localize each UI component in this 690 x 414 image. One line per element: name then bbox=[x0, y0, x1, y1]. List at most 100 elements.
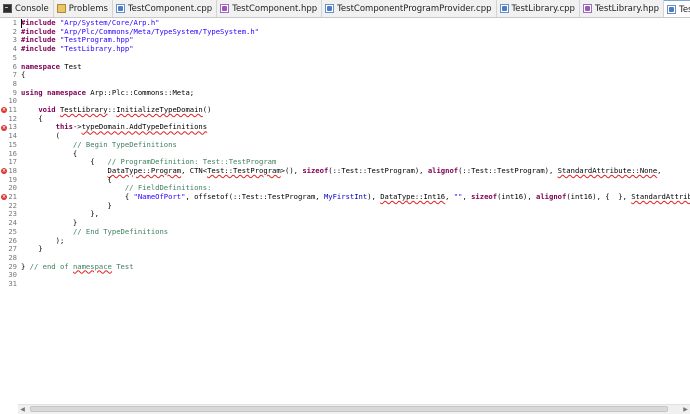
code-line[interactable]: using namespace Arp::Plc::Commons::Meta; bbox=[21, 87, 195, 98]
tab-console[interactable]: Console bbox=[0, 0, 54, 17]
code-token: // End TypeDefinitions bbox=[72, 226, 169, 236]
line-number: 31 bbox=[8, 279, 17, 288]
tab-label: Console bbox=[15, 3, 49, 14]
editor-tab-bar: Console Problems TestComponent.cpp TestComp… bbox=[0, 0, 690, 18]
tab-testcomponentprogramprovider-cpp[interactable]: TestComponentProgramProvider.cpp bbox=[322, 0, 497, 17]
code-token: #include bbox=[21, 44, 60, 54]
tab-label: TestComponentProgramProvider.cpp bbox=[337, 3, 492, 14]
code-line[interactable]: #include "TestLibrary.hpp" bbox=[21, 44, 134, 54]
code-token: , bbox=[445, 192, 454, 201]
code-token: #include bbox=[21, 35, 60, 45]
code-token: namespace bbox=[72, 261, 112, 271]
console-icon bbox=[3, 4, 12, 13]
code-token: void bbox=[38, 105, 60, 114]
scroll-right-arrow-icon[interactable]: ▶ bbox=[681, 405, 690, 414]
code-line[interactable]: namespace Test bbox=[21, 61, 82, 72]
code-token: this bbox=[55, 122, 73, 132]
tab-testcomponent-cpp[interactable]: TestComponent.cpp bbox=[113, 0, 218, 17]
cpp-file-icon bbox=[667, 5, 677, 14]
code-token: DataType::Int16 bbox=[380, 192, 446, 201]
code-token: Arp::Plc::Commons::Meta; bbox=[90, 87, 195, 97]
code-token: (::Test::TestProgram), bbox=[328, 165, 428, 175]
code-token: "TestLibrary.hpp" bbox=[59, 44, 134, 54]
code-token: Test bbox=[64, 61, 82, 71]
code-token: :: bbox=[107, 105, 117, 114]
code-token: // FieldDefinitions: bbox=[124, 183, 212, 193]
tab-label: Problems bbox=[68, 3, 108, 14]
code-line[interactable]: { bbox=[21, 70, 26, 80]
code-token: InitializeTypeDomain bbox=[116, 105, 203, 114]
code-token: #include bbox=[21, 18, 60, 27]
hpp-file-icon bbox=[220, 4, 230, 13]
code-token: namespace bbox=[21, 61, 65, 71]
code-area[interactable]: #include "Arp/System/Core/Arp.h" #include… bbox=[21, 18, 690, 402]
code-token: // ProgramDefinition: Test::TestProgram bbox=[107, 157, 277, 167]
code-token: } bbox=[21, 200, 112, 210]
code-line[interactable]: } bbox=[21, 244, 43, 254]
code-line[interactable]: DataType::Program, CTN<Test::TestProgram… bbox=[21, 165, 662, 176]
code-token: () bbox=[202, 105, 212, 114]
code-line[interactable]: void TestLibrary::InitializeTypeDomain() bbox=[21, 105, 212, 115]
code-token: (int16), { }, bbox=[566, 192, 632, 201]
tab-problems[interactable]: Problems bbox=[54, 0, 113, 17]
problems-icon bbox=[56, 4, 66, 13]
code-editor[interactable]: 1 2 3 4 5 6 7 8 9 10 11 × 12 13 × 14 15 16 17 18 × 19 20 21 × 22 2… bbox=[0, 18, 690, 402]
cpp-file-icon bbox=[115, 4, 125, 13]
code-token: -> bbox=[72, 122, 82, 132]
code-token: { bbox=[21, 113, 43, 123]
tab-testlibrary-hpp[interactable]: TestLibrary.hpp bbox=[580, 0, 665, 17]
cpp-file-icon bbox=[325, 4, 335, 13]
code-line[interactable]: } // end of namespace Test bbox=[21, 261, 134, 272]
code-token: } bbox=[21, 218, 78, 228]
code-token: "Arp/Plc/Commons/Meta/TypeSystem/TypeSys… bbox=[59, 26, 260, 36]
code-token: , bbox=[657, 165, 662, 175]
tab-testcomponent-hpp[interactable]: TestComponent.hpp bbox=[217, 0, 323, 17]
tab-testlibrary-cpp[interactable]: TestLibrary.cpp bbox=[497, 0, 580, 17]
code-token: { bbox=[21, 70, 26, 80]
code-line[interactable]: { "NameOfPort", offsetof(::Test::TestPro… bbox=[21, 192, 690, 202]
code-token: MyFirstInt bbox=[323, 192, 368, 201]
code-token: }, bbox=[21, 209, 99, 219]
code-token: sizeof bbox=[302, 165, 329, 175]
tab-testlibrary-meta-cpp[interactable]: TestLibrary.meta.cpp× bbox=[664, 0, 690, 17]
tab-label: TestLibrary.meta.cpp bbox=[679, 4, 690, 15]
horizontal-scrollbar[interactable]: ◀ ▶ bbox=[18, 404, 690, 414]
tab-label: TestComponent.cpp bbox=[127, 3, 213, 14]
code-token: alignof bbox=[536, 192, 567, 201]
code-token: , offsetof(::Test::TestProgram, bbox=[185, 192, 324, 201]
code-token: StandardAttribute::Input bbox=[631, 192, 690, 201]
code-token: TestLibrary bbox=[59, 105, 108, 114]
code-token: } bbox=[21, 244, 43, 254]
code-token: "TestProgram.hpp" bbox=[59, 35, 134, 45]
code-token: typeDomain.AddTypeDefinitions bbox=[81, 122, 208, 132]
code-token: Test bbox=[111, 261, 134, 271]
code-token: // end of bbox=[29, 261, 73, 271]
code-token: } bbox=[21, 261, 30, 271]
cpp-file-icon bbox=[499, 4, 509, 13]
code-token: "NameOfPort" bbox=[133, 192, 186, 201]
code-token: { bbox=[21, 174, 112, 184]
text-cursor bbox=[21, 19, 22, 28]
code-token: alignof bbox=[427, 165, 459, 175]
error-marker-icon[interactable]: × bbox=[1, 124, 7, 131]
scrollbar-thumb[interactable] bbox=[30, 406, 668, 412]
code-token: ( bbox=[21, 131, 60, 141]
code-token: { bbox=[21, 157, 108, 167]
code-token: // Begin TypeDefinitions bbox=[72, 139, 177, 149]
code-token: using namespace bbox=[21, 87, 91, 97]
code-token: >(), bbox=[280, 165, 303, 175]
code-token: Test::TestProgram bbox=[207, 165, 281, 175]
code-token: { bbox=[21, 192, 134, 201]
code-token: ); bbox=[21, 235, 65, 245]
scroll-left-arrow-icon[interactable]: ◀ bbox=[18, 405, 27, 414]
code-token: sizeof bbox=[471, 192, 498, 201]
tab-label: TestLibrary.cpp bbox=[511, 3, 575, 14]
code-token: ), bbox=[367, 192, 381, 201]
tab-label: TestComponent.hpp bbox=[232, 3, 318, 14]
